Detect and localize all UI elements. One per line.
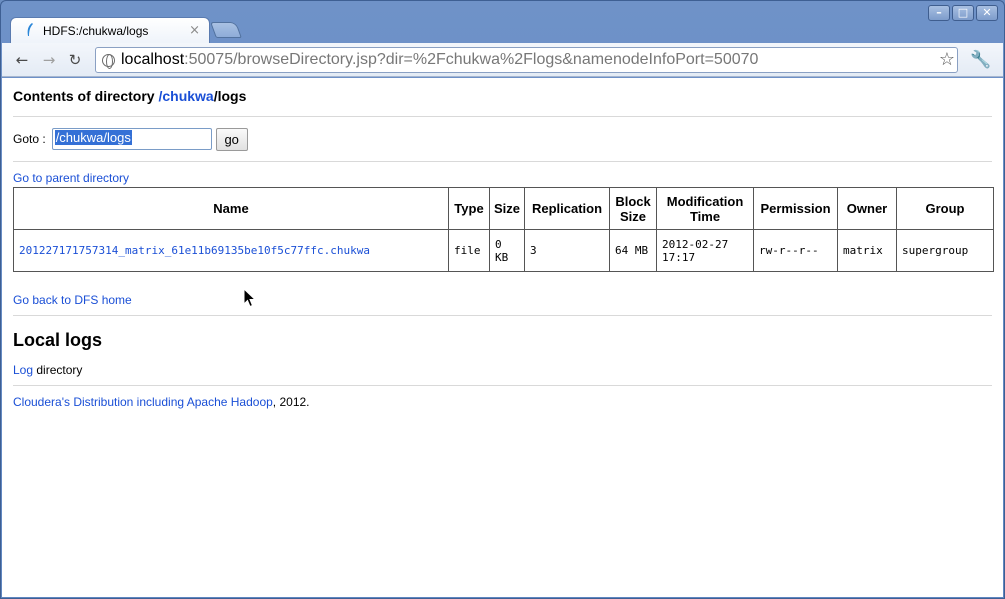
col-owner: Owner <box>837 187 898 230</box>
browser-window: HDFS:/chukwa/logs × – □ ✕ ← → ↻ localhos… <box>0 0 1005 599</box>
cell-permission: rw-r--r-- <box>753 229 839 272</box>
divider <box>13 161 992 162</box>
bookmark-star-icon[interactable]: ☆ <box>939 49 955 70</box>
url-path: :50075/browseDirectory.jsp?dir=%2Fchukwa… <box>184 51 759 68</box>
heading-suffix: /logs <box>213 88 247 104</box>
col-name: Name <box>13 187 449 230</box>
dfs-home-link[interactable]: Go back to DFS home <box>13 293 992 307</box>
maximize-button[interactable]: □ <box>952 5 974 21</box>
url-host: localhost <box>121 51 185 68</box>
page-content: Contents of directory /chukwa/logs Goto … <box>2 78 1003 597</box>
page-title: Contents of directory /chukwa/logs <box>13 88 992 104</box>
local-logs-heading: Local logs <box>13 330 103 350</box>
log-link[interactable]: Log <box>13 363 33 377</box>
goto-input-value: /chukwa/logs <box>54 130 132 145</box>
cell-size: 0 KB <box>488 229 526 272</box>
tab-close-icon[interactable]: × <box>189 23 200 38</box>
window-controls: – □ ✕ <box>928 5 998 21</box>
table-header-row: Name Type Size Replication Block Size Mo… <box>13 187 994 230</box>
col-size: Size <box>488 187 526 230</box>
browser-toolbar: ← → ↻ localhost:50075/browseDirectory.js… <box>2 43 1003 77</box>
tab-hdfs[interactable]: HDFS:/chukwa/logs × <box>10 17 210 44</box>
cell-block-size: 64 MB <box>609 229 658 272</box>
col-group: Group <box>896 187 994 230</box>
heading-dir-link[interactable]: /chukwa <box>158 88 213 104</box>
goto-label: Goto : <box>13 132 46 146</box>
col-block-size: Block Size <box>609 187 658 230</box>
log-line: Log directory <box>13 363 992 377</box>
cloudera-link[interactable]: Cloudera's Distribution including Apache… <box>13 395 273 409</box>
divider <box>13 385 992 386</box>
back-arrow-icon[interactable]: ← <box>11 49 33 71</box>
address-bar[interactable]: localhost:50075/browseDirectory.jsp?dir=… <box>95 47 958 73</box>
tab-strip: HDFS:/chukwa/logs × – □ ✕ <box>1 1 1004 44</box>
new-tab-button[interactable] <box>210 22 242 38</box>
goto-form: Goto : /chukwa/logs go <box>13 117 992 161</box>
mouse-cursor-icon <box>243 288 257 308</box>
tab-title: HDFS:/chukwa/logs <box>43 24 149 38</box>
cell-group: supergroup <box>896 229 994 272</box>
cell-owner: matrix <box>837 229 898 272</box>
log-suffix: directory <box>33 363 83 377</box>
footer-suffix: , 2012. <box>272 395 310 409</box>
forward-arrow-icon[interactable]: → <box>38 49 60 71</box>
footer: Cloudera's Distribution including Apache… <box>13 395 992 409</box>
table-row: 201227171757314_matrix_61e11b69135be10f5… <box>13 229 994 272</box>
directory-table: Name Type Size Replication Block Size Mo… <box>13 187 994 272</box>
col-replication: Replication <box>524 187 611 230</box>
goto-input[interactable]: /chukwa/logs <box>51 128 212 150</box>
cell-name: 201227171757314_matrix_61e11b69135be10f5… <box>13 229 449 272</box>
url-text[interactable]: localhost:50075/browseDirectory.jsp?dir=… <box>121 51 758 69</box>
cell-type: file <box>448 229 490 272</box>
feather-icon <box>27 23 33 36</box>
reload-icon[interactable]: ↻ <box>64 49 86 71</box>
parent-directory-link[interactable]: Go to parent directory <box>13 171 992 185</box>
go-button[interactable]: go <box>215 127 248 151</box>
col-permission: Permission <box>753 187 839 230</box>
divider <box>13 315 992 316</box>
close-button[interactable]: ✕ <box>976 5 998 21</box>
globe-icon <box>102 54 115 69</box>
col-modification-time: Modification Time <box>656 187 755 230</box>
col-type: Type <box>448 187 490 230</box>
cell-mtime: 2012-02-27 17:17 <box>656 229 755 272</box>
minimize-button[interactable]: – <box>928 5 950 21</box>
file-link[interactable]: 201227171757314_matrix_61e11b69135be10f5… <box>19 244 370 257</box>
heading-prefix: Contents of directory <box>13 88 159 104</box>
cell-replication: 3 <box>524 229 611 272</box>
wrench-icon[interactable]: 🔧 <box>970 50 991 70</box>
